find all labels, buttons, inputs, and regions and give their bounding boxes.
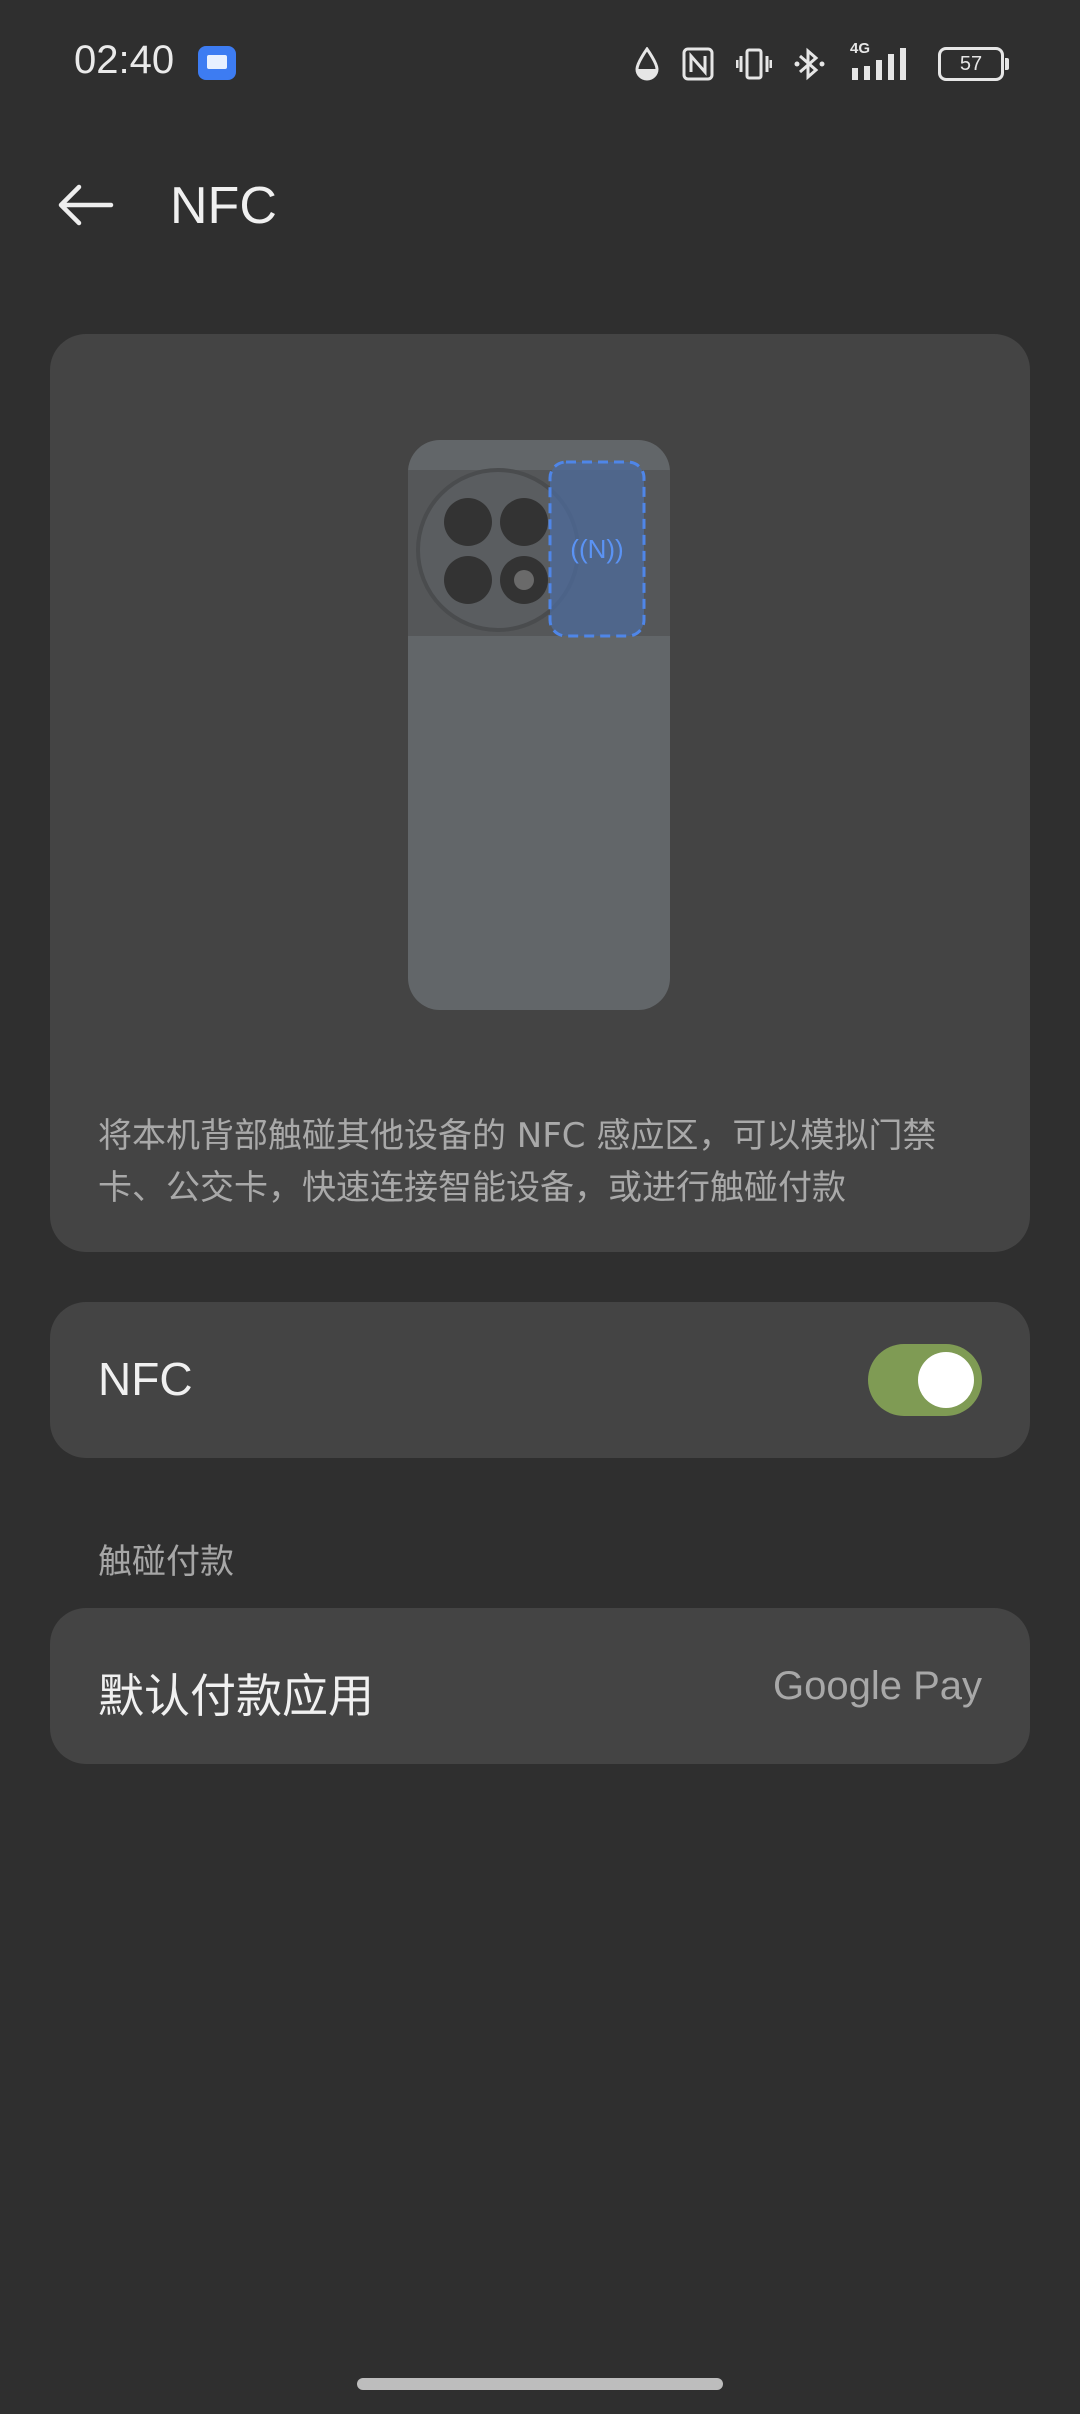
nfc-description: 将本机背部触碰其他设备的 NFC 感应区，可以模拟门禁卡、公交卡，快速连接智能设…	[98, 1116, 937, 1208]
nfc-icon	[682, 47, 714, 81]
signal-4g-icon: 4G	[850, 40, 916, 82]
home-gesture-bar[interactable]	[357, 2378, 723, 2390]
nfc-switch-knob	[918, 1352, 974, 1408]
phone-back-illustration: ((N))	[404, 440, 674, 1010]
status-icons: 4G 57	[634, 40, 1009, 86]
battery-level: 57	[959, 52, 983, 75]
data-saver-icon	[634, 47, 660, 81]
status-bar: 02:40 4G 57	[0, 0, 1080, 130]
default-payment-app-row[interactable]: 默认付款应用 Google Pay	[50, 1608, 1030, 1764]
network-type: 4G	[850, 40, 871, 57]
nfc-toggle-label: NFC	[98, 1353, 193, 1405]
nfc-illustration-card: ((N)) 将本机背部触碰其他设备的 NFC 感应区，可以模拟门禁卡、公交卡，快…	[50, 334, 1030, 1252]
section-header-tap-payment: 触碰付款	[98, 1542, 234, 1582]
nfc-switch[interactable]	[868, 1344, 982, 1416]
default-payment-app-label: 默认付款应用	[98, 1669, 374, 1723]
nfc-toggle-row[interactable]: NFC	[50, 1302, 1030, 1458]
notification-app-icon	[198, 46, 236, 80]
nfc-symbol: ((N))	[570, 534, 623, 564]
back-button[interactable]	[50, 170, 120, 240]
bluetooth-icon	[794, 46, 828, 82]
vibrate-icon	[736, 47, 772, 81]
back-arrow-icon	[58, 184, 114, 226]
page-title: NFC	[170, 177, 277, 235]
status-time: 02:40	[74, 38, 175, 82]
battery-icon: 57	[938, 47, 1009, 81]
default-payment-app-value: Google Pay	[772, 1664, 982, 1708]
